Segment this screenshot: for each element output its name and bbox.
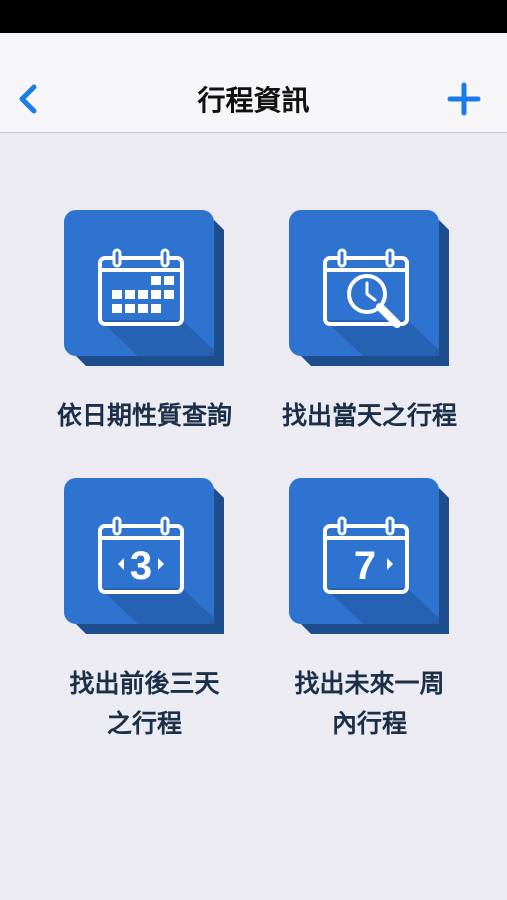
calendar-7-icon: 7 [289, 478, 449, 634]
page-title: 行程資訊 [197, 84, 310, 117]
calendar-3-icon: 3 [64, 478, 224, 634]
status-bar [0, 0, 507, 33]
tile-label: 找出當天之行程 [281, 401, 457, 430]
back-chevron-icon[interactable] [12, 79, 46, 119]
tile-label: 依日期性質查詢 [56, 401, 232, 430]
navigation-bar: 行程資訊 [0, 33, 507, 133]
calendar-number-text: 3 [130, 544, 152, 588]
calendar-grid-icon [64, 210, 224, 366]
tile-label: 找出未來一周 內行程 [294, 669, 445, 738]
calendar-clock-search-icon [289, 210, 449, 366]
calendar-number-text: 7 [354, 544, 376, 588]
tile-label: 找出前後三天 之行程 [69, 669, 220, 738]
add-plus-icon[interactable] [444, 79, 484, 119]
